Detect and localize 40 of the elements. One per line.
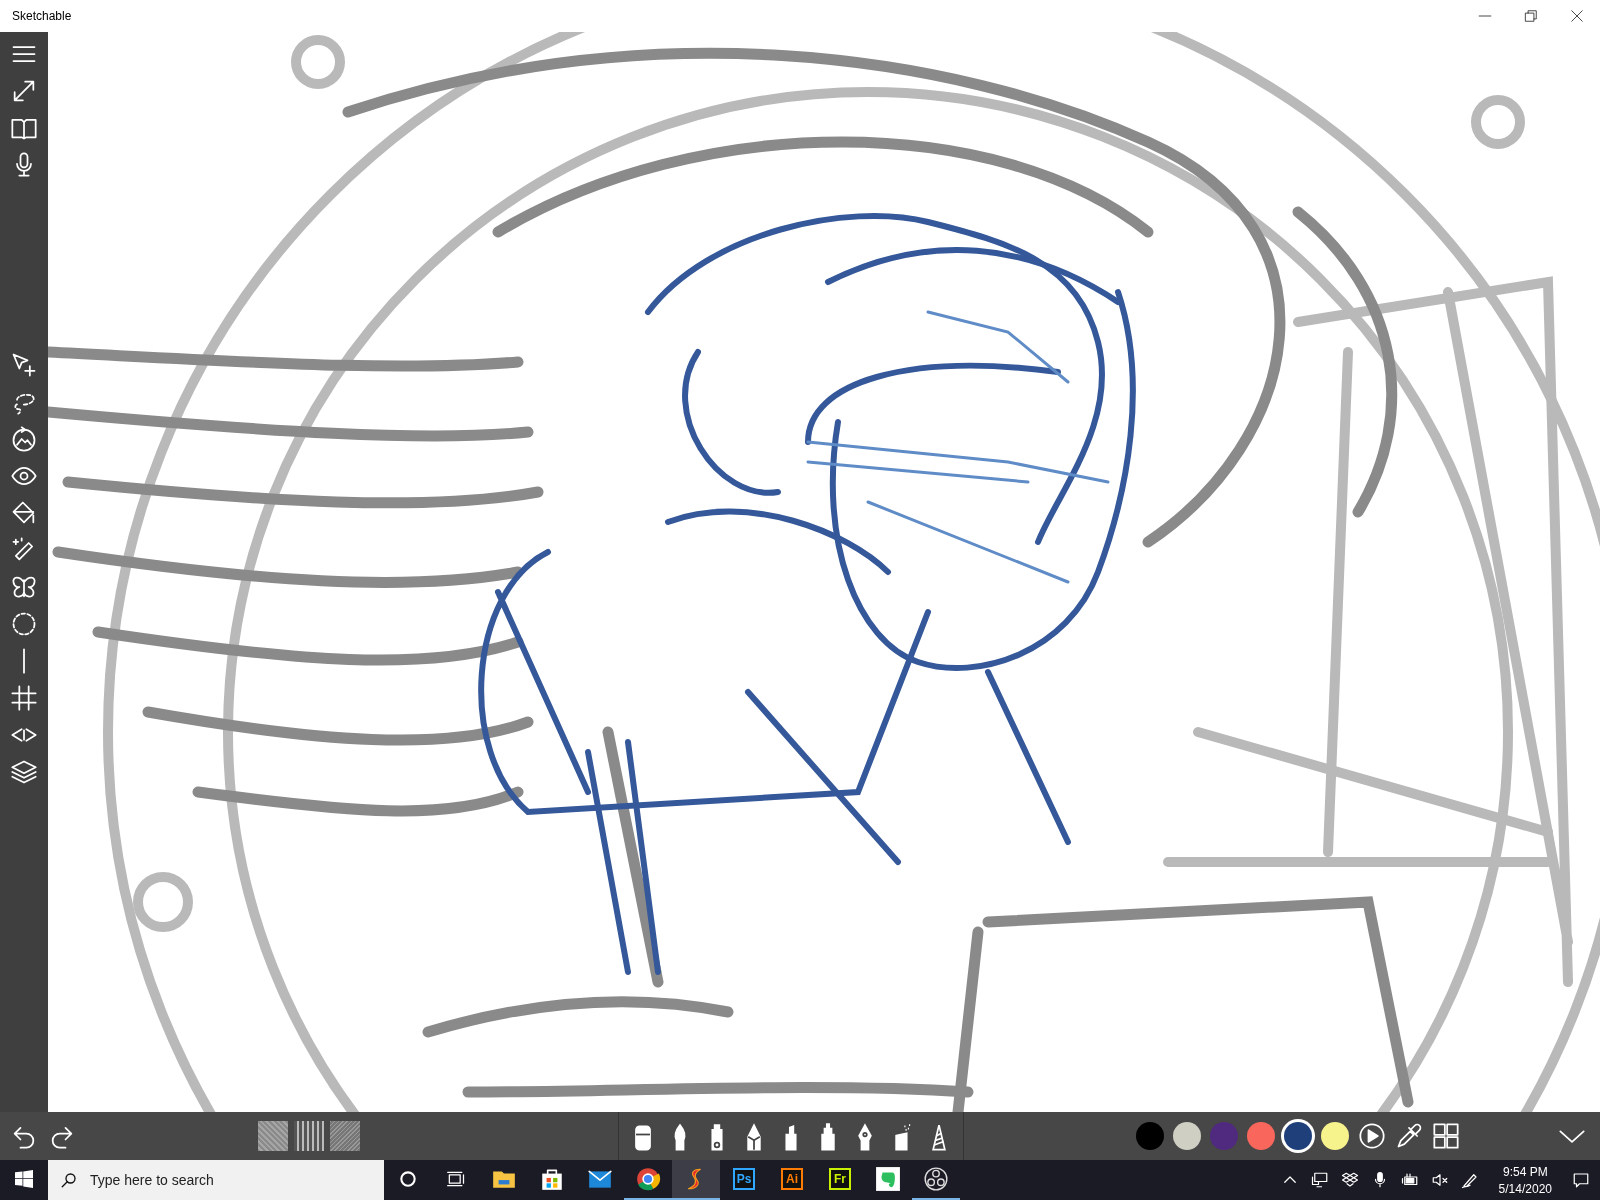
dropbox-icon[interactable] (1340, 1171, 1359, 1189)
taskbar-app[interactable]: Ai (768, 1160, 816, 1200)
taskbar-app[interactable]: Ps (720, 1160, 768, 1200)
dashed-circle-icon[interactable] (10, 610, 38, 638)
paper-texture-swatch[interactable] (330, 1121, 360, 1151)
color-swatch[interactable] (1284, 1122, 1312, 1150)
window-title: Sketchable (11, 9, 73, 23)
app-badge-icon: Fr (829, 1168, 851, 1190)
select-move-icon[interactable] (10, 351, 38, 379)
app-badge-icon: Ai (781, 1168, 803, 1190)
color-swatch[interactable] (1247, 1122, 1275, 1150)
pen-icon[interactable] (1460, 1171, 1479, 1189)
close-icon[interactable] (1570, 9, 1584, 23)
color-swatch[interactable] (1173, 1122, 1201, 1150)
elephant-icon[interactable] (875, 1166, 901, 1192)
task-view-icon[interactable] (446, 1169, 466, 1189)
grid-icon[interactable] (10, 684, 38, 712)
circle-logo-icon[interactable] (923, 1166, 949, 1192)
play-icon[interactable] (1358, 1122, 1386, 1150)
color-swatch[interactable] (1321, 1122, 1349, 1150)
eyedropper-icon[interactable] (1395, 1122, 1423, 1150)
restore-icon[interactable] (1524, 9, 1538, 23)
clock-time: 9:54 PM (1502, 1164, 1548, 1179)
paper-texture-swatch[interactable] (294, 1121, 324, 1151)
layers-icon[interactable] (10, 758, 38, 786)
app-badge-icon: Ps (733, 1168, 755, 1190)
taskbar-app[interactable]: Fr (816, 1160, 864, 1200)
search-icon[interactable] (60, 1171, 78, 1189)
windows-logo-icon[interactable] (15, 1170, 33, 1188)
rotate-image-icon[interactable] (10, 425, 38, 453)
color-swatch[interactable] (1210, 1122, 1238, 1150)
four-squares-icon[interactable] (1432, 1122, 1460, 1150)
paper-texture-swatch[interactable] (258, 1121, 288, 1151)
muted-speaker-icon[interactable] (1430, 1171, 1449, 1189)
clock-date: 5/14/2020 (1498, 1181, 1552, 1196)
notification-icon[interactable] (1572, 1171, 1590, 1189)
circle-icon[interactable] (398, 1169, 418, 1189)
browser-icon[interactable] (635, 1166, 661, 1192)
network-icon[interactable] (1310, 1171, 1329, 1189)
color-swatch[interactable] (1136, 1122, 1164, 1150)
